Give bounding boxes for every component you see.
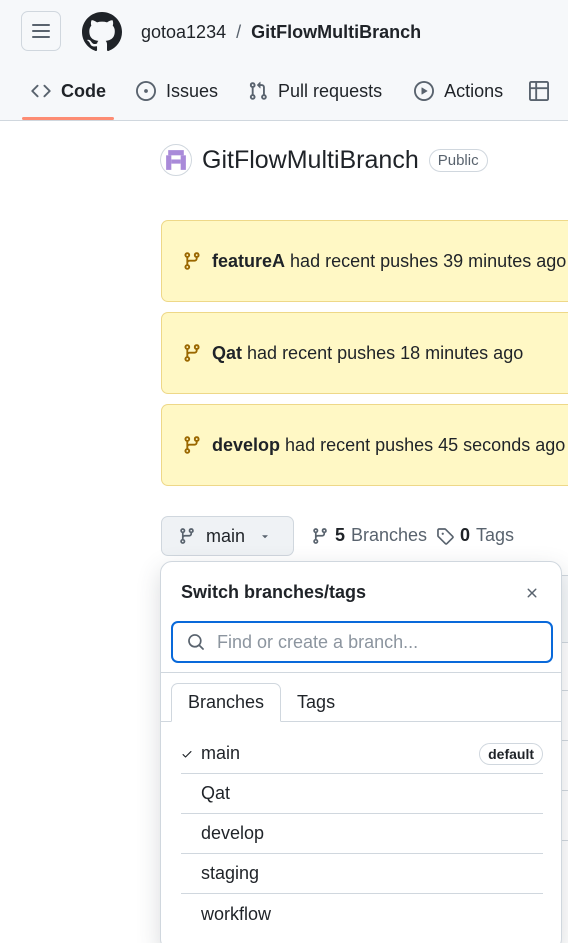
branches-link[interactable]: 5 Branches xyxy=(311,525,427,546)
divider xyxy=(562,690,568,691)
divider xyxy=(161,672,561,673)
branch-list: main default Qat develop staging workflo… xyxy=(181,734,543,934)
branch-item-workflow[interactable]: workflow xyxy=(181,894,543,934)
tab-issues[interactable]: Issues xyxy=(127,70,227,112)
close-button[interactable] xyxy=(521,582,543,604)
page-title[interactable]: GitFlowMultiBranch xyxy=(202,146,419,175)
repo-link[interactable]: GitFlowMultiBranch xyxy=(251,22,421,43)
tab-issues-label: Issues xyxy=(166,80,219,101)
recent-push-banner: develop had recent pushes 45 seconds ago xyxy=(161,404,568,486)
divider xyxy=(562,790,568,791)
branch-icon xyxy=(313,527,327,544)
branch-icon xyxy=(180,528,194,544)
branch-name: workflow xyxy=(201,903,272,924)
branch-search-field[interactable] xyxy=(171,621,553,663)
tab-actions-label: Actions xyxy=(444,80,504,101)
dropdown-tabs: Branches Tags xyxy=(171,683,351,722)
branches-label: Branches xyxy=(351,525,428,545)
branch-select-button[interactable]: main xyxy=(161,516,294,556)
branch-icon xyxy=(184,344,200,362)
tab-pull-requests-label: Pull requests xyxy=(278,80,383,101)
divider xyxy=(562,740,568,741)
branches-count: 5 xyxy=(335,525,346,545)
tab-code[interactable]: Code xyxy=(0,70,115,120)
caret-down-icon xyxy=(262,535,268,539)
file-table-header xyxy=(562,575,568,643)
close-icon xyxy=(527,588,537,598)
breadcrumb-separator: / xyxy=(236,22,242,42)
search-icon xyxy=(188,634,204,650)
banner-text: had recent pushes 45 seconds ago xyxy=(285,434,566,455)
identicon-icon xyxy=(166,150,186,170)
branch-switcher-dropdown: Switch branches/tags Branches Tags main … xyxy=(160,561,562,943)
branch-item-qat[interactable]: Qat xyxy=(181,774,543,814)
pull-request-icon xyxy=(249,81,267,100)
branch-search-input[interactable] xyxy=(217,631,517,653)
visibility-badge: Public xyxy=(428,148,488,172)
banner-text: had recent pushes 39 minutes ago xyxy=(290,250,567,271)
menu-button[interactable] xyxy=(21,11,61,51)
tab-tags[interactable]: Tags xyxy=(281,683,351,722)
top-header: gotoa1234 / GitFlowMultiBranch Code Issu… xyxy=(0,0,568,121)
dropdown-title: Switch branches/tags xyxy=(181,582,367,602)
recent-push-banner: featureA had recent pushes 39 minutes ag… xyxy=(161,220,568,302)
tags-count: 0 xyxy=(460,525,471,545)
banner-text: had recent pushes 18 minutes ago xyxy=(247,342,524,363)
current-branch-label: main xyxy=(206,525,246,546)
tag-icon xyxy=(437,527,454,545)
tags-link[interactable]: 0 Tags xyxy=(436,525,514,546)
code-icon xyxy=(31,84,51,98)
tab-pull-requests[interactable]: Pull requests xyxy=(239,70,391,112)
branch-name: Qat xyxy=(201,783,231,803)
branch-icon xyxy=(184,252,200,270)
issue-icon xyxy=(136,81,156,101)
recent-push-banner: Qat had recent pushes 18 minutes ago xyxy=(161,312,568,394)
branch-name: staging xyxy=(201,863,260,883)
banner-branch-name[interactable]: develop xyxy=(212,435,280,455)
github-logo-icon[interactable] xyxy=(82,12,122,52)
repo-title-row: GitFlowMultiBranch Public xyxy=(160,144,488,176)
branch-item-develop[interactable]: develop xyxy=(181,814,543,854)
banner-branch-name[interactable]: featureA xyxy=(212,251,285,271)
branch-icon xyxy=(184,436,200,454)
breadcrumb: gotoa1234 / GitFlowMultiBranch xyxy=(141,22,421,43)
tags-label: Tags xyxy=(476,525,515,545)
tab-actions[interactable]: Actions xyxy=(405,70,512,112)
branch-item-staging[interactable]: staging xyxy=(181,854,543,894)
owner-link[interactable]: gotoa1234 xyxy=(141,22,226,43)
branch-name: develop xyxy=(201,823,265,843)
branch-name: main xyxy=(201,743,241,763)
check-icon xyxy=(181,748,201,760)
default-badge: default xyxy=(479,742,543,765)
table-icon xyxy=(529,81,550,101)
branch-item-main[interactable]: main default xyxy=(181,734,543,774)
divider xyxy=(562,840,568,841)
tab-code-label: Code xyxy=(61,80,106,101)
tab-branches[interactable]: Branches xyxy=(171,683,282,722)
tab-projects[interactable] xyxy=(520,70,558,112)
banner-branch-name[interactable]: Qat xyxy=(212,343,242,363)
avatar[interactable] xyxy=(160,144,192,176)
play-icon xyxy=(414,81,435,101)
hamburger-icon xyxy=(32,24,50,38)
repo-tabs: Code Issues Pull requests Actions xyxy=(0,70,558,120)
